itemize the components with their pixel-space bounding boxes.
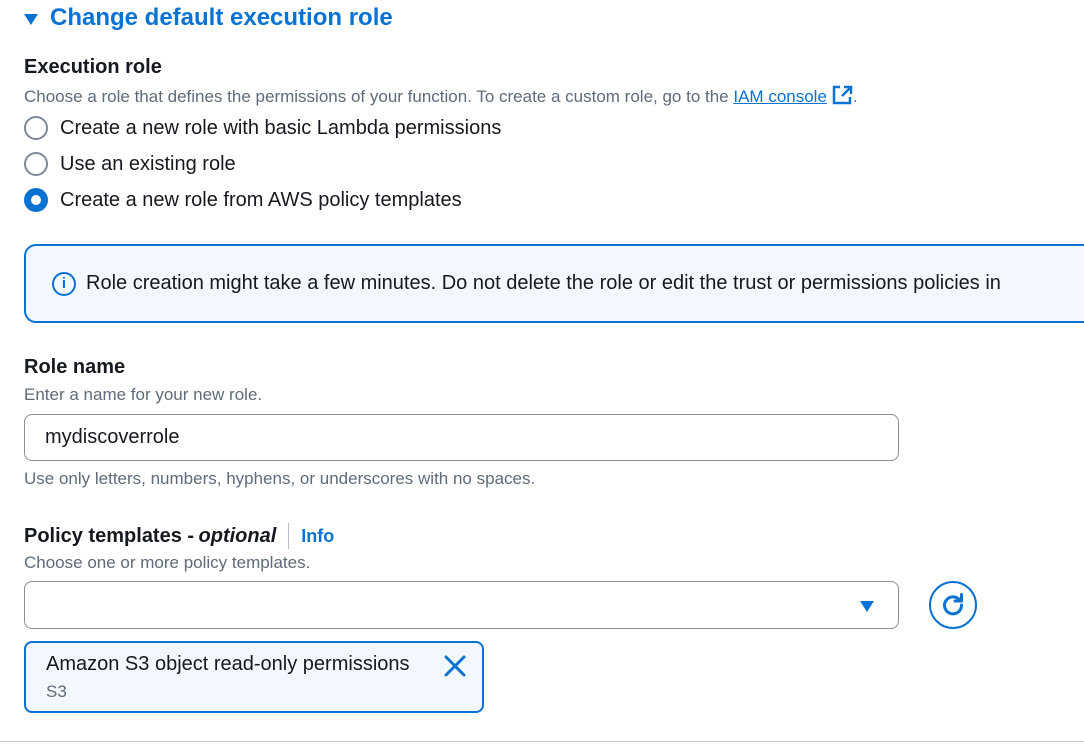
radio-policy-templates-role[interactable]: Create a new role from AWS policy templa… bbox=[24, 188, 462, 212]
iam-console-link[interactable]: IAM console bbox=[733, 85, 853, 106]
info-alert: i Role creation might take a few minutes… bbox=[24, 244, 1084, 323]
execution-role-label: Execution role bbox=[24, 56, 162, 78]
section-toggle[interactable]: Change default execution role bbox=[24, 4, 393, 32]
radio-basic-lambda-role[interactable]: Create a new role with basic Lambda perm… bbox=[24, 116, 501, 140]
refresh-button[interactable] bbox=[929, 581, 977, 629]
info-icon: i bbox=[52, 271, 76, 296]
radio-label: Use an existing role bbox=[60, 152, 236, 175]
caret-down-icon bbox=[24, 13, 38, 25]
external-link-icon bbox=[832, 85, 853, 105]
caret-down-icon bbox=[860, 601, 874, 612]
policy-token-title: Amazon S3 object read-only permissions bbox=[46, 653, 410, 675]
lambda-execution-role-panel: Change default execution role Execution … bbox=[0, 0, 1084, 744]
policy-token-subtitle: S3 bbox=[46, 682, 67, 701]
refresh-icon bbox=[943, 593, 964, 616]
section-title: Change default execution role bbox=[50, 4, 393, 31]
radio-button-selected[interactable] bbox=[24, 188, 48, 212]
iam-console-link-label: IAM console bbox=[733, 87, 827, 106]
execution-role-description: Choose a role that defines the permissio… bbox=[24, 85, 858, 107]
info-link[interactable]: Info bbox=[301, 526, 334, 547]
role-name-value: mydiscoverrole bbox=[45, 426, 180, 448]
role-name-label: Role name bbox=[24, 356, 126, 378]
radio-existing-role[interactable]: Use an existing role bbox=[24, 152, 236, 176]
close-icon[interactable] bbox=[442, 653, 468, 679]
execution-role-description-text: Choose a role that defines the permissio… bbox=[24, 87, 734, 106]
policy-templates-select[interactable] bbox=[24, 581, 899, 629]
role-name-input[interactable]: mydiscoverrole bbox=[24, 414, 899, 461]
radio-label: Create a new role with basic Lambda perm… bbox=[60, 116, 502, 139]
policy-token: Amazon S3 object read-only permissions S… bbox=[24, 641, 484, 713]
alert-text: Role creation might take a few minutes. … bbox=[86, 272, 1001, 294]
radio-button[interactable] bbox=[24, 116, 48, 140]
radio-button[interactable] bbox=[24, 152, 48, 176]
role-name-description: Enter a name for your new role. bbox=[24, 385, 263, 404]
radio-label: Create a new role from AWS policy templa… bbox=[60, 188, 462, 211]
policy-templates-label: Policy templates - optional Info bbox=[24, 523, 334, 549]
label-divider bbox=[288, 523, 290, 549]
role-name-constraint: Use only letters, numbers, hyphens, or u… bbox=[24, 469, 536, 488]
policy-templates-label-main: Policy templates - bbox=[24, 524, 195, 547]
policy-templates-description: Choose one or more policy templates. bbox=[24, 553, 311, 572]
execution-role-description-end: . bbox=[852, 87, 858, 106]
policy-templates-label-optional: optional bbox=[198, 524, 277, 547]
